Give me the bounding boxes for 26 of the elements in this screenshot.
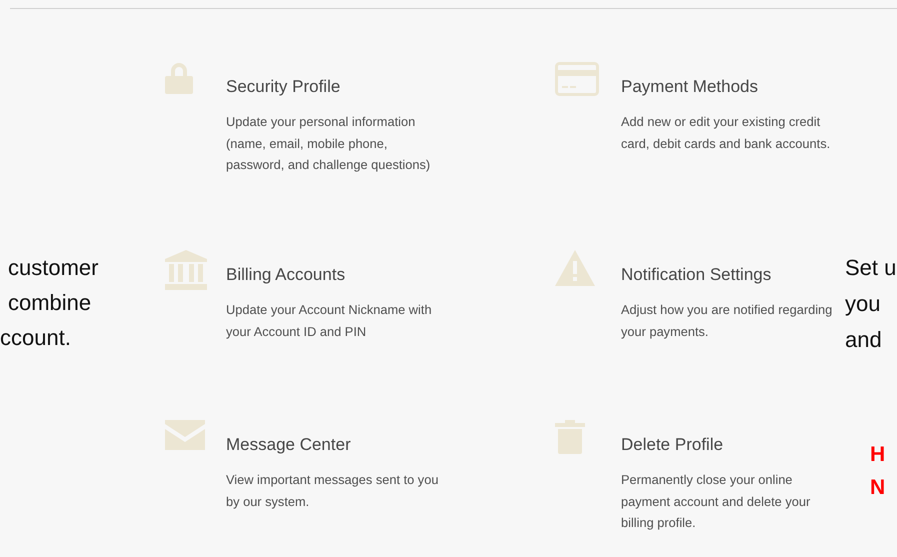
note-text-line: customer <box>7 254 100 282</box>
option-title[interactable]: Notification Settings <box>621 265 842 285</box>
note-text-line: combine <box>7 289 92 317</box>
option-description: Update your personal information (name, email, mobile phone, password, and challenge questions) <box>226 113 432 174</box>
trash-icon <box>555 420 585 454</box>
envelope-icon <box>165 420 205 450</box>
option-title[interactable]: Security Profile <box>226 77 448 97</box>
warning-icon <box>555 250 595 286</box>
note-text-line: you <box>845 290 882 318</box>
option-description: Update your Account Nickname with your Account ID and PIN <box>226 301 433 341</box>
note-text-line: Set u <box>845 254 897 282</box>
option-description: Permanently close your online payment account and delete your billing profile. <box>621 471 812 532</box>
option-description: Add new or edit your existing credit card, debit cards and bank accounts. <box>621 113 832 152</box>
alert-text-line: N <box>870 475 886 501</box>
bank-building-icon <box>165 250 207 290</box>
note-text-line: ccount. <box>0 324 72 352</box>
alert-text-line: H <box>870 442 886 468</box>
option-description: View important messages sent to you by our system. <box>226 471 440 511</box>
option-description: Adjust how you are notified regarding your payments. <box>621 301 834 341</box>
credit-card-icon <box>555 62 599 96</box>
option-title[interactable]: Delete Profile <box>621 435 842 455</box>
option-title[interactable]: Message Center <box>226 435 448 455</box>
note-text-line: and <box>845 326 883 354</box>
option-title[interactable]: Payment Methods <box>621 77 842 97</box>
lock-icon <box>165 62 193 94</box>
option-title[interactable]: Billing Accounts <box>226 265 448 285</box>
